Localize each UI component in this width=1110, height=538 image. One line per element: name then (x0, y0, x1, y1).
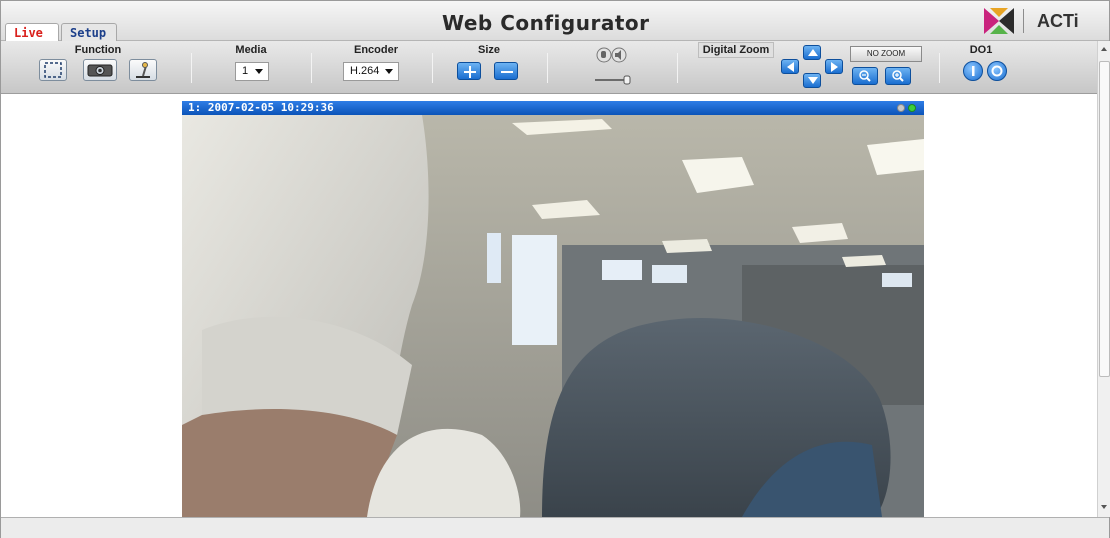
media-select[interactable]: 1 (235, 62, 269, 81)
brand-divider (1023, 9, 1024, 33)
fullscreen-icon (44, 62, 62, 78)
web-configurator-window: Live Setup Web Configurator ACTi Functio… (0, 0, 1110, 538)
stream-status-gray-icon (897, 104, 905, 112)
pan-left-icon (787, 62, 794, 72)
camera-timestamp: 1: 2007-02-05 10:29:36 (188, 101, 334, 115)
media-label: Media (235, 44, 267, 56)
function-label: Function (74, 44, 122, 56)
plus-icon-vertical (469, 66, 471, 78)
toolbar: Function Media 1 Encoder H.264 Size Digi… (1, 41, 1097, 94)
zoom-in-icon (892, 70, 904, 82)
encoder-label: Encoder (353, 44, 398, 56)
page-title: Web Configurator (442, 11, 650, 35)
scroll-up-icon[interactable] (1101, 47, 1107, 51)
encoder-select-value: H.264 (350, 65, 380, 77)
size-label: Size (477, 44, 500, 56)
chevron-down-icon (385, 69, 393, 74)
pan-down-icon (808, 77, 818, 84)
do1-off-button[interactable] (987, 61, 1007, 81)
microphone-icon (596, 47, 612, 63)
video-player[interactable]: 1: 2007-02-05 10:29:36 (182, 101, 924, 517)
snapshot-camera-icon (87, 64, 113, 77)
live-view-area: 1: 2007-02-05 10:29:36 (1, 95, 1097, 517)
do-on-icon (972, 66, 975, 76)
scrollbar-thumb[interactable] (1099, 61, 1110, 377)
digital-zoom-out-button[interactable] (852, 67, 878, 85)
record-button[interactable] (129, 59, 157, 81)
header-bar: Live Setup Web Configurator ACTi (1, 1, 1109, 41)
volume-slider[interactable] (593, 75, 633, 85)
pan-pad (777, 45, 847, 91)
digital-zoom-in-button[interactable] (885, 67, 911, 85)
snapshot-button[interactable] (83, 59, 117, 81)
camera-feed-image (182, 115, 924, 517)
volume-slider-knob (623, 75, 631, 85)
brand-name: ACTi (1037, 11, 1079, 31)
toolbar-separator (311, 53, 312, 83)
do1-label: DO1 (969, 44, 993, 56)
stream-status-green-icon (908, 104, 916, 112)
pan-right-icon (831, 62, 838, 72)
scroll-down-icon[interactable] (1101, 505, 1107, 509)
toolbar-separator (432, 53, 433, 83)
toolbar-separator (547, 53, 548, 83)
acti-logo-icon (984, 8, 1014, 34)
pan-up-button[interactable] (803, 45, 821, 60)
camera-channel: 1: (188, 101, 202, 114)
do-off-icon (991, 65, 1003, 77)
toolbar-separator (939, 53, 940, 83)
pan-down-button[interactable] (803, 73, 821, 88)
status-bar (1, 517, 1109, 538)
vertical-scrollbar[interactable] (1097, 41, 1110, 517)
zoom-out-icon (859, 70, 871, 82)
encoder-select[interactable]: H.264 (343, 62, 399, 81)
pan-right-button[interactable] (825, 59, 843, 74)
media-select-value: 1 (242, 65, 249, 77)
digital-zoom-label: Digital Zoom (702, 44, 770, 56)
pan-left-button[interactable] (781, 59, 799, 74)
pan-up-icon (808, 49, 818, 56)
tab-live[interactable]: Live (5, 23, 59, 41)
fullscreen-button[interactable] (39, 59, 67, 81)
do1-on-button[interactable] (963, 61, 983, 81)
size-increase-button[interactable] (457, 62, 481, 80)
video-title-bar: 1: 2007-02-05 10:29:36 (182, 101, 924, 115)
chevron-down-icon (255, 69, 263, 74)
record-icon (136, 62, 150, 78)
toolbar-separator (677, 53, 678, 83)
video-timestamp: 2007-02-05 10:29:36 (207, 101, 334, 114)
speaker-icon (611, 47, 627, 63)
audio-buttons[interactable] (595, 46, 629, 64)
no-zoom-button[interactable]: NO ZOOM (850, 46, 922, 62)
minus-icon (501, 71, 513, 73)
tab-setup[interactable]: Setup (61, 23, 117, 41)
size-decrease-button[interactable] (494, 62, 518, 80)
toolbar-separator (191, 53, 192, 83)
